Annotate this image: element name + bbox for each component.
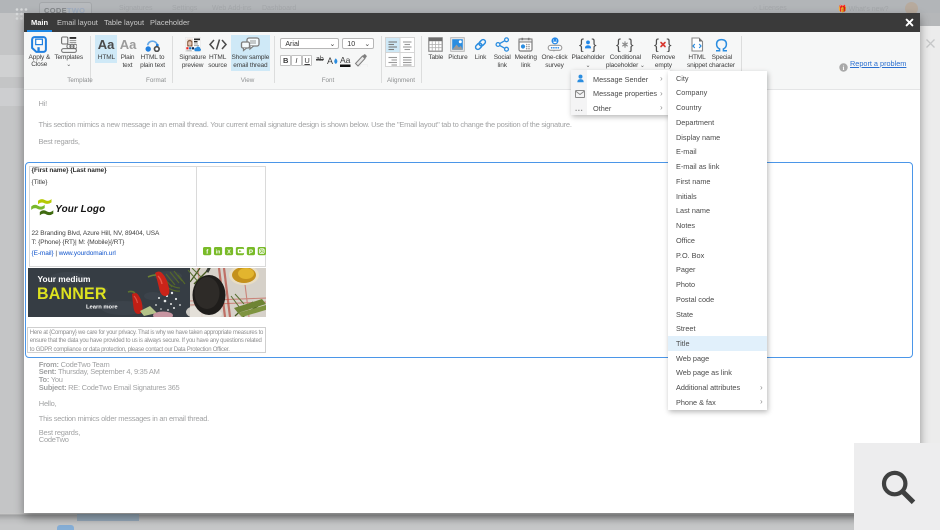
svg-text:Learn more: Learn more [86, 305, 118, 311]
svg-text:}: } [592, 37, 597, 52]
svg-text:i: i [843, 64, 845, 71]
svg-text:A: A [327, 56, 333, 66]
svg-text:P: P [249, 249, 253, 256]
svg-text:{: { [616, 37, 621, 52]
svg-text:BANNER: BANNER [37, 285, 107, 304]
svg-text:in: in [216, 249, 220, 255]
svg-text:{: { [654, 37, 659, 52]
svg-text:}: } [629, 37, 634, 52]
svg-text:Your Logo: Your Logo [55, 204, 105, 215]
svg-text:{: { [579, 37, 584, 52]
svg-text:Your medium: Your medium [37, 274, 90, 284]
svg-text:Aa: Aa [340, 55, 351, 65]
svg-text:X: X [228, 249, 232, 255]
